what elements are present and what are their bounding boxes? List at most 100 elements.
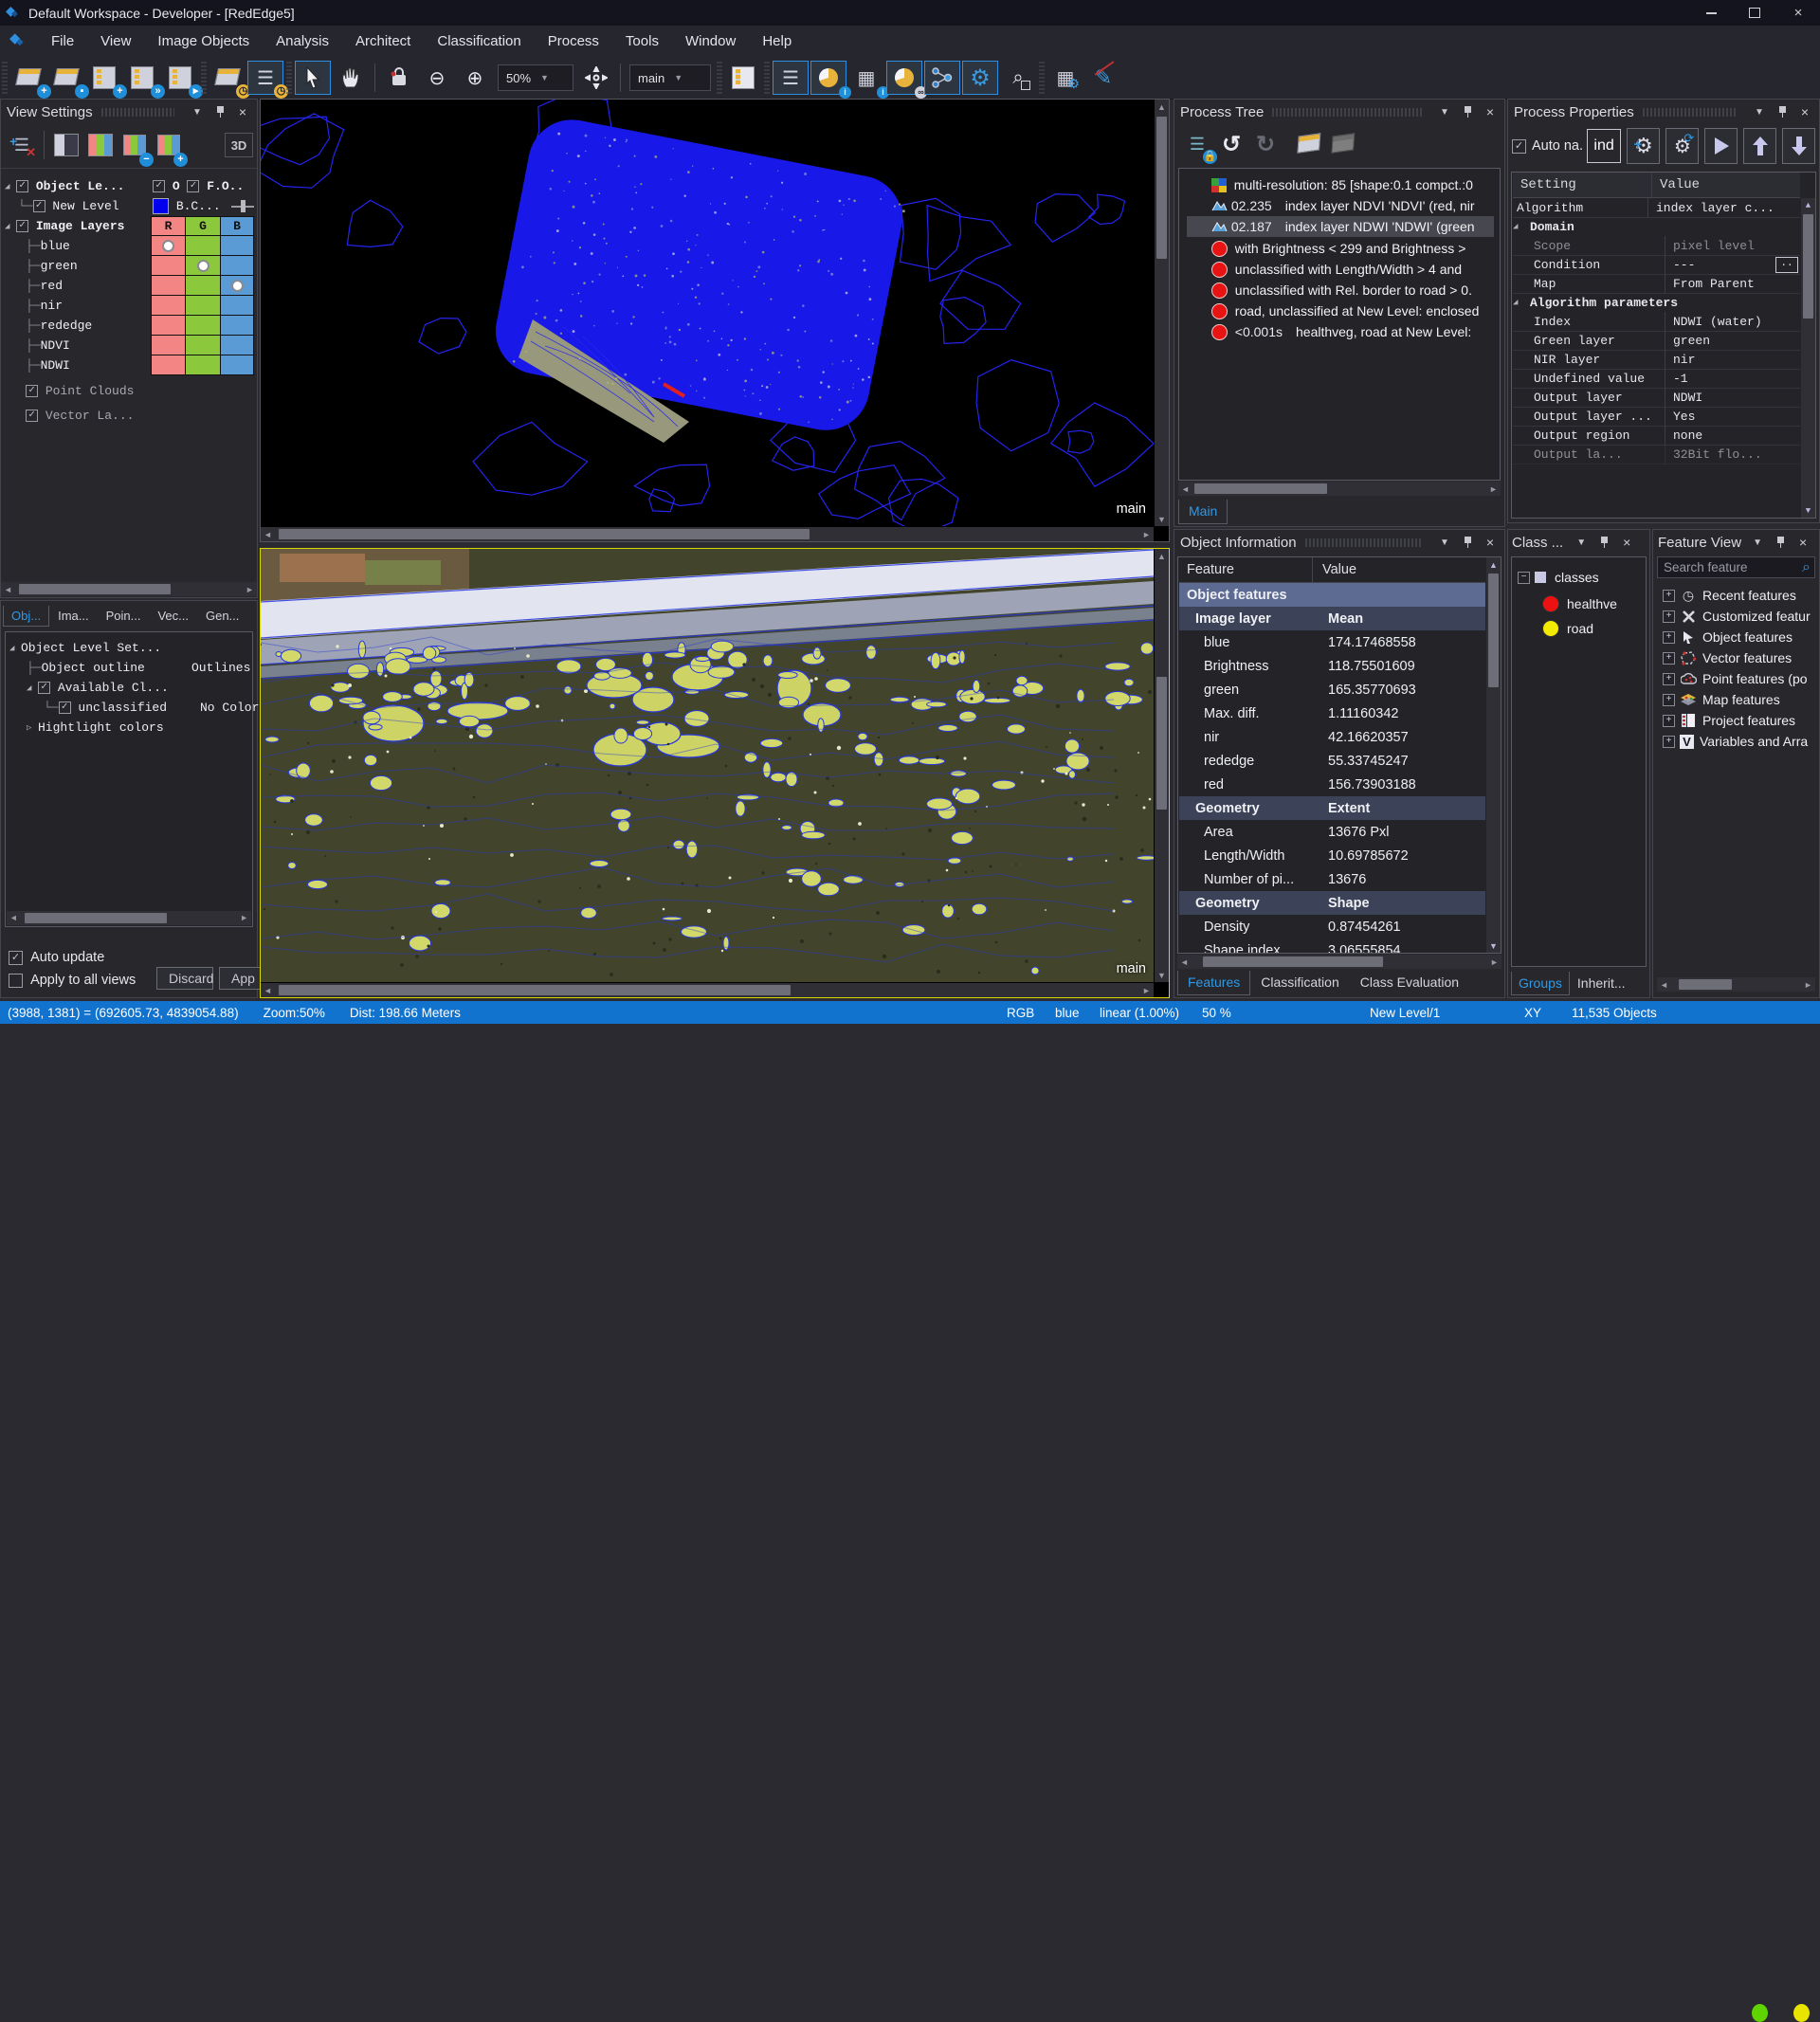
menu-tools[interactable]: Tools xyxy=(612,26,672,57)
menu-process[interactable]: Process xyxy=(535,26,612,57)
cell-b-rededge[interactable] xyxy=(220,315,254,336)
apply-button[interactable]: App xyxy=(219,967,261,990)
auto-update-checkbox[interactable]: ✓ Auto update xyxy=(9,950,104,965)
tree-row-image-layers[interactable]: ◢ ✓ Image Layers xyxy=(5,216,124,236)
tab-inheritance[interactable]: Inherit... xyxy=(1570,971,1633,995)
tab-classification[interactable]: Classification xyxy=(1250,970,1349,995)
unclassified-value[interactable]: No Color xyxy=(200,698,259,718)
layer-row-nir[interactable]: ├─nir xyxy=(26,296,63,316)
cell-b-nir[interactable] xyxy=(220,295,254,316)
checkbox[interactable]: ✓ xyxy=(187,180,199,192)
pin-icon[interactable] xyxy=(1772,535,1789,550)
auto-name-checkbox[interactable]: ✓ xyxy=(1512,139,1526,154)
object-level-hscrollbar[interactable]: ◄► xyxy=(7,911,251,925)
cell-g-blue[interactable] xyxy=(185,235,221,256)
checkbox[interactable]: ✓ xyxy=(26,385,38,397)
view-list-icon[interactable]: ☰ xyxy=(773,61,809,95)
subsection-geometry-shape[interactable]: GeometryShape xyxy=(1179,891,1485,915)
tree-row-available-classes[interactable]: ◢✓ Available Cl... xyxy=(27,678,169,698)
object-information-vscrollbar[interactable]: ▲▼ xyxy=(1486,557,1501,953)
checkbox[interactable]: ✓ xyxy=(9,951,23,965)
prop-row-algorithm[interactable]: Algorithmindex layer c... xyxy=(1513,198,1800,218)
close-icon[interactable]: × xyxy=(1482,535,1499,550)
rgb-layer-view-icon[interactable] xyxy=(83,128,118,162)
cell-b-red[interactable] xyxy=(220,275,254,296)
feature-group-map[interactable]: + Map features xyxy=(1663,689,1780,710)
radio-selected[interactable] xyxy=(231,280,244,292)
menu-image-objects[interactable]: Image Objects xyxy=(144,26,263,57)
settings-circle-icon[interactable]: ⚙ xyxy=(962,61,998,95)
close-icon[interactable]: × xyxy=(1794,535,1811,550)
draw-polygon-icon[interactable]: ✎ xyxy=(1085,61,1121,95)
feature-row-maxdiff[interactable]: Max. diff.1.11160342 xyxy=(1179,701,1485,725)
layer-row-ndwi[interactable]: ├─NDWI xyxy=(26,355,70,375)
pin-icon[interactable] xyxy=(1774,104,1791,119)
process-list-icon[interactable]: ☰◷ xyxy=(247,61,283,95)
link-objects-icon[interactable] xyxy=(924,61,960,95)
chevron-down-icon[interactable]: ▼ xyxy=(1749,535,1766,550)
tree-row-point-clouds[interactable]: ✓ Point Clouds xyxy=(26,381,134,401)
expander-icon[interactable]: ◢ xyxy=(5,222,16,231)
checkbox[interactable]: ✓ xyxy=(16,220,28,232)
chevron-down-icon[interactable]: ▼ xyxy=(1751,104,1768,119)
feature-view-hscrollbar[interactable]: ◄► xyxy=(1657,977,1815,992)
slider-handle[interactable] xyxy=(231,200,254,212)
tree-row-new-level[interactable]: └─✓ New Level xyxy=(18,196,119,216)
menu-architect[interactable]: Architect xyxy=(342,26,424,57)
expand-icon[interactable]: + xyxy=(1663,590,1675,602)
layer-row-blue[interactable]: ├─blue xyxy=(26,236,70,256)
chevron-down-icon[interactable]: ▼ xyxy=(1436,104,1453,119)
move-up-icon[interactable] xyxy=(1743,128,1776,164)
process-lock-icon[interactable]: ☰🔒 xyxy=(1180,127,1214,161)
checkbox[interactable]: ✓ xyxy=(59,701,71,714)
add-data-icon[interactable]: + xyxy=(86,61,122,95)
top-view-vscrollbar[interactable]: ▲▼ xyxy=(1155,100,1169,526)
menu-window[interactable]: Window xyxy=(672,26,749,57)
section-object-features[interactable]: Object features xyxy=(1179,583,1485,607)
process-row-ndwi-selected[interactable]: 02.187index layer NDWI 'NDWI' (green xyxy=(1187,216,1494,237)
feature-row-numpixels[interactable]: Number of pi...13676 xyxy=(1179,867,1485,891)
table-info-icon[interactable]: ▦i xyxy=(848,61,884,95)
feature-group-variables[interactable]: + V Variables and Arra xyxy=(1663,731,1808,752)
expand-icon[interactable]: + xyxy=(1663,652,1675,665)
search-input[interactable] xyxy=(1657,556,1815,578)
execute-icon[interactable] xyxy=(1704,128,1738,164)
checkbox[interactable]: ✓ xyxy=(153,180,165,192)
cell-b-ndwi[interactable] xyxy=(220,355,254,375)
close-icon[interactable]: × xyxy=(1796,104,1813,119)
tab-features[interactable]: Features xyxy=(1177,971,1250,995)
subsection-geometry-extent[interactable]: GeometryExtent xyxy=(1179,796,1485,820)
prop-group-algorithm-parameters[interactable]: ◢Algorithm parameters xyxy=(1513,293,1800,312)
prop-row-scope[interactable]: Scopepixel level xyxy=(1513,236,1800,256)
level-color-swatch[interactable] xyxy=(153,198,169,214)
pin-icon[interactable] xyxy=(211,104,228,119)
minimize-button[interactable] xyxy=(1689,0,1733,26)
feature-row-rededge[interactable]: rededge55.33745247 xyxy=(1179,749,1485,773)
close-button[interactable]: × xyxy=(1776,0,1820,26)
cell-b-green[interactable] xyxy=(220,255,254,276)
class-row-road[interactable]: road xyxy=(1542,618,1593,639)
map-view-top[interactable]: main ▲▼ ◄► xyxy=(260,99,1170,542)
tree-row-unclassified[interactable]: └─✓ unclassified xyxy=(44,698,167,718)
pie-review-icon[interactable]: ∞ xyxy=(886,61,922,95)
add-view-setting-icon[interactable]: + ☰ ✕ xyxy=(5,128,39,162)
discard-button[interactable]: Discard xyxy=(156,967,213,990)
process-row-ndvi[interactable]: 02.235index layer NDVI 'NDVI' (red, nir xyxy=(1187,195,1494,216)
map-view-bottom[interactable]: main ◄► ▲▼ xyxy=(260,548,1170,998)
expander-icon[interactable]: ◢ xyxy=(27,683,38,693)
add-layer-icon[interactable]: + xyxy=(152,128,186,162)
menu-classification[interactable]: Classification xyxy=(424,26,534,57)
tab-main[interactable]: Main xyxy=(1178,500,1228,524)
feature-row-shapeindex[interactable]: Shape index3.06555854 xyxy=(1179,938,1485,954)
menu-file[interactable]: File xyxy=(38,26,87,57)
cell-g-red[interactable] xyxy=(185,275,221,296)
cell-r-blue[interactable] xyxy=(151,235,186,256)
search-icon[interactable]: ⌕ xyxy=(1802,559,1811,576)
pin-icon[interactable] xyxy=(1595,535,1612,550)
expand-icon[interactable]: + xyxy=(1663,673,1675,685)
tab-groups[interactable]: Groups xyxy=(1511,972,1570,995)
close-icon[interactable]: × xyxy=(234,104,251,119)
tab-class-evaluation[interactable]: Class Evaluation xyxy=(1350,970,1469,995)
object-information-hscrollbar[interactable]: ◄► xyxy=(1177,955,1502,969)
collapse-icon[interactable]: − xyxy=(1518,572,1530,584)
